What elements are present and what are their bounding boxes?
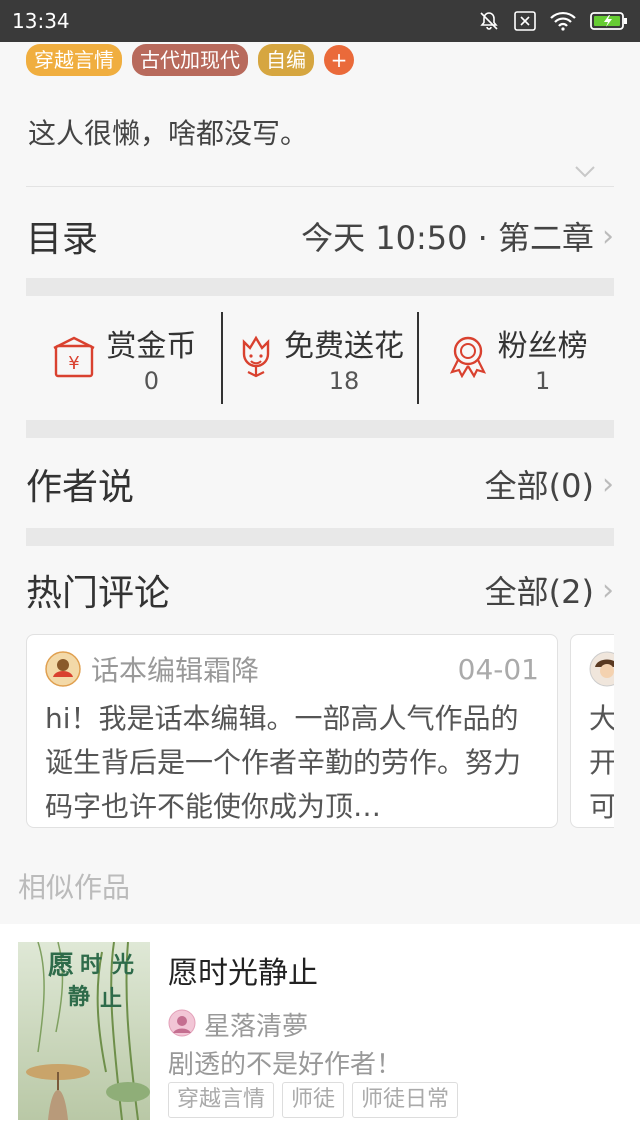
stat-value: 18 [328,367,360,395]
status-icons [478,10,628,32]
svg-text:¥: ¥ [69,353,80,374]
catalog-title: 目录 [26,219,99,260]
book-tag[interactable]: 师徒 [282,1082,345,1118]
book-tags: 穿越言情 师徒 师徒日常 [168,1082,459,1118]
expand-chevron-down-icon[interactable] [574,164,596,183]
comment-date: 04-01 [457,652,539,686]
latest-chapter: 今天 10:50 · 第二章 [301,219,594,257]
hot-comments-row: 热门评论 全部(2) › [26,560,614,620]
stat-label: 赏金币 [106,329,197,364]
stat-fan-ranking[interactable]: 粉丝榜 1 [417,312,614,404]
cover-title: 愿 [48,951,74,981]
author-says-title: 作者说 [26,467,135,508]
avatar[interactable] [45,651,81,687]
stat-reward-coins[interactable]: ¥ 赏金币 0 [26,312,221,404]
similar-works-label: 相似作品 [18,871,131,904]
genre-tag[interactable]: 古代加现代 [132,44,248,76]
status-bar: 13:34 [0,0,640,42]
genre-tags: 穿越言情 古代加现代 自编 + [26,44,354,76]
catalog-row[interactable]: 目录 今天 10:50 · 第二章 › [26,208,614,264]
add-tag-button[interactable]: + [324,45,354,75]
similar-book-item[interactable]: 愿 时 光 静 止 愿时光静止 星落清夢 剧透的不是好作者！ 穿越言情 师徒 师… [0,924,640,1138]
author-avatar [168,1009,196,1041]
medal-icon [446,334,490,382]
chevron-right-icon: › [602,218,614,254]
hot-comments-title: 热门评论 [26,573,171,614]
chevron-right-icon: › [602,572,614,608]
stat-label: 粉丝榜 [497,329,588,364]
svg-text:时: 时 [80,952,102,978]
book-description: 剧透的不是好作者！ [168,1050,403,1080]
genre-tag[interactable]: 穿越言情 [26,44,122,76]
no-sim-icon [514,11,536,31]
bell-muted-icon [478,10,500,32]
author-says-row[interactable]: 作者说 全部(0) › [26,454,614,514]
stat-free-flowers[interactable]: 免费送花 18 [220,312,418,404]
stat-value: 0 [143,367,159,395]
stat-value: 1 [535,367,551,395]
status-time: 13:34 [12,9,70,33]
section-divider [26,278,614,296]
book-tag[interactable]: 穿越言情 [168,1082,275,1118]
book-tag[interactable]: 师徒日常 [352,1082,459,1118]
red-envelope-icon: ¥ [50,334,98,382]
divider [26,186,614,187]
flower-icon [236,334,276,382]
section-divider [26,528,614,546]
svg-text:光: 光 [111,952,134,978]
comment-card[interactable]: 话本编辑霜降 04-01 hi！我是话本编辑。一部高人气作品的诞生背后是一个作者… [26,634,558,828]
book-intro: 这人很懒，啥都没写。 [28,117,309,150]
comment-text: 大开可 [571,691,614,827]
avatar[interactable] [589,651,614,687]
hot-comments-all-link[interactable]: 全部(2) › [485,567,614,613]
section-divider [26,420,614,438]
author-says-all-link: 全部(0) [484,467,594,505]
book-cover[interactable]: 愿 时 光 静 止 [18,942,150,1120]
book-title: 愿时光静止 [168,956,318,991]
battery-charging-icon [590,11,628,31]
svg-text:静: 静 [68,984,90,1010]
wifi-icon [550,11,576,31]
support-stats: ¥ 赏金币 0 免费送花 18 粉丝榜 1 [26,312,614,404]
genre-tag[interactable]: 自编 [258,44,314,76]
comment-text: hi！我是话本编辑。一部高人气作品的诞生背后是一个作者辛勤的劳作。努力码字也许不… [45,702,522,823]
svg-text:止: 止 [100,986,122,1012]
comment-card[interactable]: 大开可 [570,634,614,828]
stat-label: 免费送花 [284,329,404,364]
comment-author: 话本编辑霜降 [91,654,260,687]
chevron-right-icon: › [602,466,614,502]
book-author: 星落清夢 [204,1012,309,1042]
comment-carousel[interactable]: 话本编辑霜降 04-01 hi！我是话本编辑。一部高人气作品的诞生背后是一个作者… [26,634,614,830]
